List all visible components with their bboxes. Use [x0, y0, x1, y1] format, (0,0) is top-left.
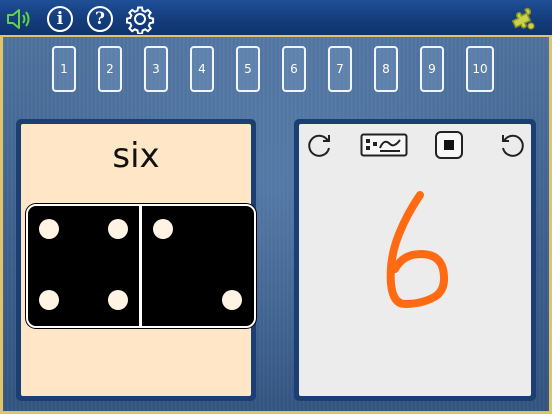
number-selector: 1 2 3 4 5 6 7 8 9 10: [52, 46, 502, 94]
domino-pip: [39, 219, 59, 239]
gear-icon: [126, 6, 155, 34]
number-card-6[interactable]: 6: [282, 46, 306, 92]
number-card-10[interactable]: 10: [466, 46, 494, 92]
number-card-7[interactable]: 7: [328, 46, 352, 92]
number-card: six: [21, 124, 256, 396]
speaker-icon: [7, 9, 30, 29]
domino-pip: [222, 290, 242, 310]
number-card-4[interactable]: 4: [190, 46, 214, 92]
top-toolbar: i ?: [0, 0, 552, 37]
settings-button[interactable]: [125, 4, 155, 34]
puzzle-button[interactable]: [502, 4, 546, 34]
domino-pip: [108, 219, 128, 239]
drawing-canvas[interactable]: [299, 124, 531, 396]
help-button[interactable]: ?: [85, 4, 115, 34]
help-icon: ?: [87, 6, 113, 32]
info-icon: i: [47, 6, 73, 32]
drawn-digit: [386, 191, 449, 308]
sound-button[interactable]: [4, 4, 34, 34]
puzzle-icon: [511, 7, 535, 30]
drawing-panel: [294, 119, 536, 401]
number-card-8[interactable]: 8: [374, 46, 398, 92]
number-card-2[interactable]: 2: [98, 46, 122, 92]
number-card-9[interactable]: 9: [420, 46, 444, 92]
info-button[interactable]: i: [45, 4, 75, 34]
domino-pip: [153, 219, 173, 239]
number-card-panel: six: [16, 119, 256, 401]
number-card-3[interactable]: 3: [144, 46, 168, 92]
domino-tile: [26, 204, 256, 328]
number-word: six: [112, 136, 160, 176]
domino-pip: [39, 290, 59, 310]
number-card-5[interactable]: 5: [236, 46, 260, 92]
domino-pip: [108, 290, 128, 310]
number-card-1[interactable]: 1: [52, 46, 76, 92]
domino-divider: [139, 206, 142, 326]
